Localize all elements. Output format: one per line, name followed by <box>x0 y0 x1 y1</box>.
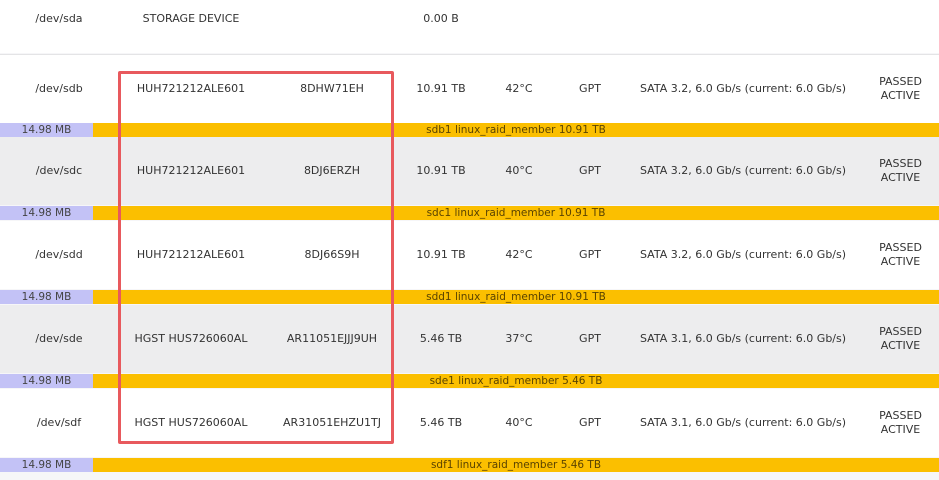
device-interface: SATA 3.2, 6.0 Gb/s (current: 6.0 Gb/s) <box>639 164 847 177</box>
disk-row[interactable]: /dev/sde HGST HUS726060AL AR11051EJJJ9UH 5.… <box>0 305 939 373</box>
partition-table: GPT <box>579 416 601 429</box>
partition-size: 14.98 MB <box>0 374 93 388</box>
device-serial: AR31051EHZU1TJ <box>283 416 381 429</box>
device-capacity: 10.91 TB <box>416 248 466 261</box>
device-model: HUH721212ALE601 <box>136 82 246 95</box>
partition-table: GPT <box>579 82 601 95</box>
device-capacity: 0.00 B <box>423 12 459 25</box>
device-name: /dev/sda <box>35 12 83 25</box>
partition-table: GPT <box>579 164 601 177</box>
device-capacity: 5.46 TB <box>419 416 463 429</box>
smart-status: PASSED <box>879 409 922 422</box>
device-serial: 8DJ6ERZH <box>303 164 361 177</box>
smart-status: PASSED <box>879 325 922 338</box>
partition-size: 14.98 MB <box>0 290 93 304</box>
partition-label: sdd1 linux_raid_member 10.91 TB <box>426 291 606 303</box>
partition-size: 14.98 MB <box>0 206 93 220</box>
disk-row[interactable]: /dev/sdf HGST HUS726060AL AR31051EHZU1TJ 5.… <box>0 389 939 457</box>
disk-row-sda[interactable]: /dev/sda STORAGE DEVICE 0.00 B <box>0 0 939 53</box>
smart-status: PASSED <box>879 241 922 254</box>
partition-size: 14.98 MB <box>0 123 93 137</box>
partition-bar[interactable]: 14.98 MB sdc1 linux_raid_member 10.91 TB <box>0 206 939 220</box>
power-status: ACTIVE <box>880 255 921 268</box>
device-capacity: 10.91 TB <box>416 82 466 95</box>
device-interface: SATA 3.1, 6.0 Gb/s (current: 6.0 Gb/s) <box>639 416 847 429</box>
disk-row[interactable]: /dev/sdb HUH721212ALE601 8DHW71EH 10.91 TB 4… <box>0 54 939 123</box>
partition-size: 14.98 MB <box>0 458 93 472</box>
device-temperature: 37°C <box>505 332 533 345</box>
device-interface: SATA 3.2, 6.0 Gb/s (current: 6.0 Gb/s) <box>639 248 847 261</box>
device-name: /dev/sdd <box>35 248 83 261</box>
disk-row[interactable]: /dev/sdc HUH721212ALE601 8DJ6ERZH 10.91 TB 4… <box>0 137 939 205</box>
power-status: ACTIVE <box>880 89 921 102</box>
power-status: ACTIVE <box>880 171 921 184</box>
device-temperature: 40°C <box>505 164 533 177</box>
device-temperature: 40°C <box>505 416 533 429</box>
disk-table: /dev/sda STORAGE DEVICE 0.00 B /dev/sdb H… <box>0 0 939 480</box>
power-status: ACTIVE <box>880 423 921 436</box>
device-model: HUH721212ALE601 <box>136 164 246 177</box>
device-model: HGST HUS726060AL <box>134 416 248 429</box>
partition-label: sdf1 linux_raid_member 5.46 TB <box>430 459 602 471</box>
smart-status: PASSED <box>879 157 922 170</box>
device-interface: SATA 3.2, 6.0 Gb/s (current: 6.0 Gb/s) <box>639 82 847 95</box>
device-interface: SATA 3.1, 6.0 Gb/s (current: 6.0 Gb/s) <box>639 332 847 345</box>
partition-bar[interactable]: 14.98 MB sdf1 linux_raid_member 5.46 TB <box>0 458 939 472</box>
partition-label: sde1 linux_raid_member 5.46 TB <box>429 375 603 387</box>
device-model: HUH721212ALE601 <box>136 248 246 261</box>
partition-table: GPT <box>579 248 601 261</box>
device-name: /dev/sdc <box>35 164 83 177</box>
device-temperature: 42°C <box>505 82 533 95</box>
partition-bar[interactable]: 14.98 MB sdb1 linux_raid_member 10.91 TB <box>0 123 939 137</box>
device-serial: 8DJ66S9H <box>304 248 360 261</box>
device-capacity: 5.46 TB <box>419 332 463 345</box>
device-model: STORAGE DEVICE <box>142 12 240 25</box>
smart-status: PASSED <box>879 75 922 88</box>
partition-table: GPT <box>579 332 601 345</box>
device-name: /dev/sde <box>35 332 83 345</box>
partition-label: sdb1 linux_raid_member 10.91 TB <box>426 124 606 136</box>
power-status: ACTIVE <box>880 339 921 352</box>
disk-row[interactable]: /dev/sdd HUH721212ALE601 8DJ66S9H 10.91 TB 4… <box>0 221 939 289</box>
device-temperature: 42°C <box>505 248 533 261</box>
device-serial: AR11051EJJJ9UH <box>286 332 378 345</box>
device-model: HGST HUS726060AL <box>134 332 248 345</box>
device-capacity: 10.91 TB <box>416 164 466 177</box>
device-serial: 8DHW71EH <box>300 82 364 95</box>
partition-label: sdc1 linux_raid_member 10.91 TB <box>426 207 606 219</box>
device-name: /dev/sdf <box>36 416 82 429</box>
device-name: /dev/sdb <box>35 82 83 95</box>
partition-bar[interactable]: 14.98 MB sde1 linux_raid_member 5.46 TB <box>0 374 939 388</box>
partition-bar[interactable]: 14.98 MB sdd1 linux_raid_member 10.91 TB <box>0 290 939 304</box>
